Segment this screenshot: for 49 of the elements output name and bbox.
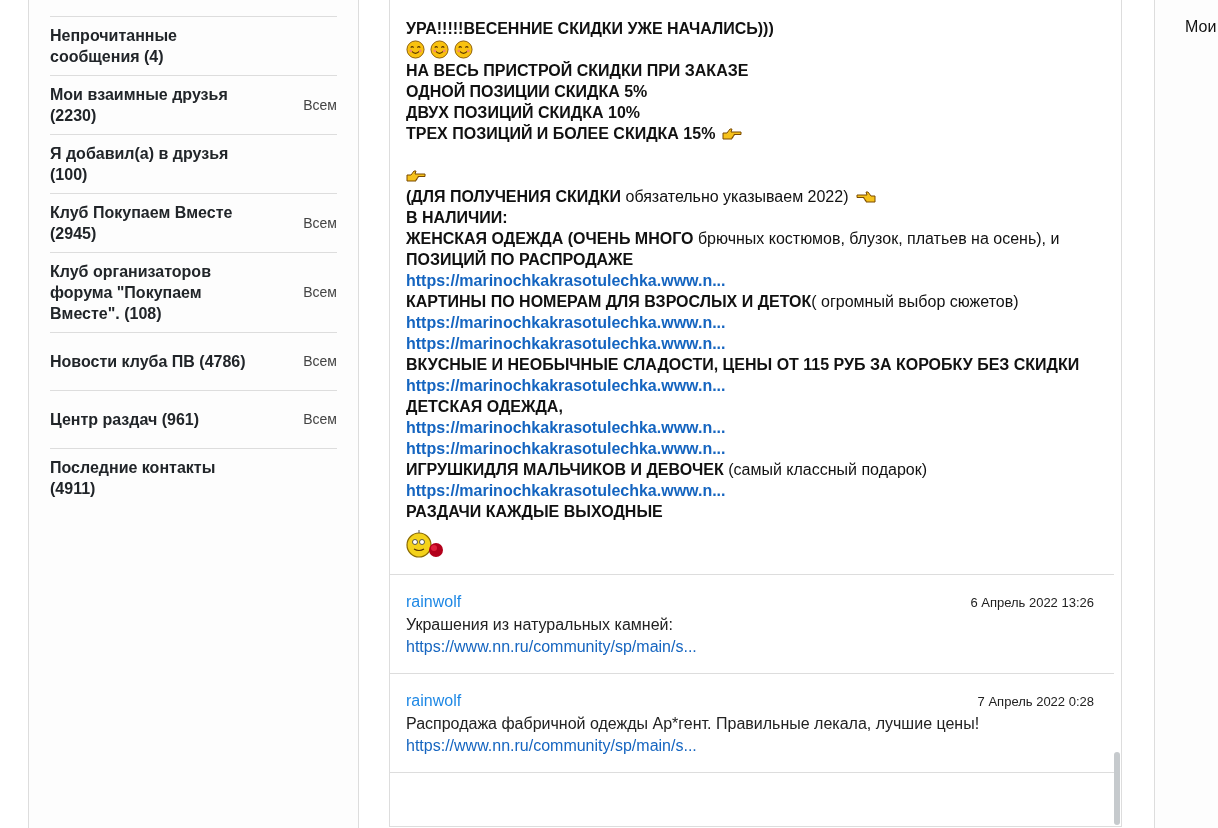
message-text: ДВУХ ПОЗИЦИЙ СКИДКА 10%	[406, 102, 642, 123]
scope-label: Всем	[303, 352, 337, 371]
message-link[interactable]: https://marinochkakrasotulechka.www.n...	[406, 333, 726, 354]
author-link[interactable]: rainwolf	[406, 689, 462, 713]
smiley-icon	[430, 40, 449, 59]
message-text: (ДЛЯ ПОЛУЧЕНИЯ СКИДКИ обязательно указываем 2022)	[406, 186, 1098, 207]
sidebar-link[interactable]: Новости клуба ПВ (4786)	[50, 351, 246, 372]
message-text: ВКУСНЫЕ И НЕОБЫЧНЫЕ СЛАДОСТИ, ЦЕНЫ ОТ 115 РУБ ЗА КОРОБКУ БЕЗ СКИДКИ	[406, 355, 1081, 375]
sidebar-link[interactable]: Последние контакты (4911)	[50, 457, 260, 499]
author-link[interactable]: rainwolf	[406, 590, 462, 614]
smiley-icon	[454, 40, 473, 59]
message-text: ЖЕНСКАЯ ОДЕЖДА (ОЧЕНЬ МНОГО брючных костюмов, блузок, платьев на осень), и ПОЗИЦИЙ ПО РАСПРОДАЖЕ	[406, 229, 1061, 270]
message-text: КАРТИНЫ ПО НОМЕРАМ ДЛЯ ВЗРОСЛЫХ И ДЕТОК( огромный выбор сюжетов)	[406, 292, 1020, 312]
message-link[interactable]: https://marinochkakrasotulechka.www.n...	[406, 312, 726, 333]
comment-date: 7 Апрель 2022 0:28	[977, 693, 1094, 711]
message-text: ДЕТСКАЯ ОДЕЖДА,	[406, 397, 564, 417]
scrollbar-thumb[interactable]	[1114, 752, 1120, 825]
pointing-hand-icon	[722, 127, 743, 141]
comment-link[interactable]: https://www.nn.ru/community/sp/main/s...	[406, 735, 697, 756]
pointing-hand-icon	[406, 168, 426, 183]
scope-label: Всем	[303, 410, 337, 429]
comment-text: Распродажа фабричной одежды Ар*гент. Правильные лекала, лучшие цены!	[406, 714, 981, 734]
scope-label: Всем	[303, 213, 337, 233]
message-text: ТРЕХ ПОЗИЦИЙ И БОЛЕЕ СКИДКА 15%	[406, 123, 1098, 144]
sidebar-link[interactable]: Центр раздач (961)	[50, 409, 200, 430]
scope-label: Всем	[303, 95, 337, 115]
smiley-icon	[406, 40, 425, 59]
sidebar-link[interactable]: Клуб организаторов форума "Покупаем Вместе". (108)	[50, 261, 260, 324]
panel-title: Мои	[1185, 17, 1218, 37]
message-link[interactable]: https://marinochkakrasotulechka.www.n...	[406, 480, 726, 501]
message-link[interactable]: https://marinochkakrasotulechka.www.n...	[406, 270, 726, 291]
comment-date: 6 Апрель 2022 13:26	[970, 594, 1094, 612]
message-link[interactable]: https://marinochkakrasotulechka.www.n...	[406, 417, 726, 438]
message-text: УРА!!!!!ВЕСЕННИЕ СКИДКИ УЖЕ НАЧАЛИСЬ)))	[406, 19, 775, 39]
message-text: РАЗДАЧИ КАЖДЫЕ ВЫХОДНЫЕ	[406, 502, 664, 522]
message-text: В НАЛИЧИИ:	[406, 208, 509, 228]
sidebar-link[interactable]: Мои взаимные друзья (2230)	[50, 84, 260, 126]
message-link[interactable]: https://marinochkakrasotulechka.www.n...	[406, 375, 726, 396]
message-text: ОДНОЙ ПОЗИЦИИ СКИДКА 5%	[406, 81, 649, 102]
sidebar-link[interactable]: Клуб Покупаем Вместе (2945)	[50, 202, 260, 244]
sidebar-link[interactable]: Непрочитанные сообщения (4)	[50, 25, 260, 67]
message-link[interactable]: https://marinochkakrasotulechka.www.n...	[406, 438, 726, 459]
scope-label: Всем	[303, 283, 337, 302]
pointing-hand-icon	[855, 190, 876, 204]
sidebar-link[interactable]: Я добавил(а) в друзья (100)	[50, 143, 260, 185]
comment-text: Украшения из натуральных камней:	[406, 615, 674, 635]
message-text: ИГРУШКИДЛЯ МАЛЬЧИКОВ И ДЕВОЧЕК (самый классный подарок)	[406, 460, 928, 480]
message-text: НА ВЕСЬ ПРИСТРОЙ СКИДКИ ПРИ ЗАКАЗЕ	[406, 60, 750, 81]
comment-link[interactable]: https://www.nn.ru/community/sp/main/s...	[406, 636, 697, 657]
